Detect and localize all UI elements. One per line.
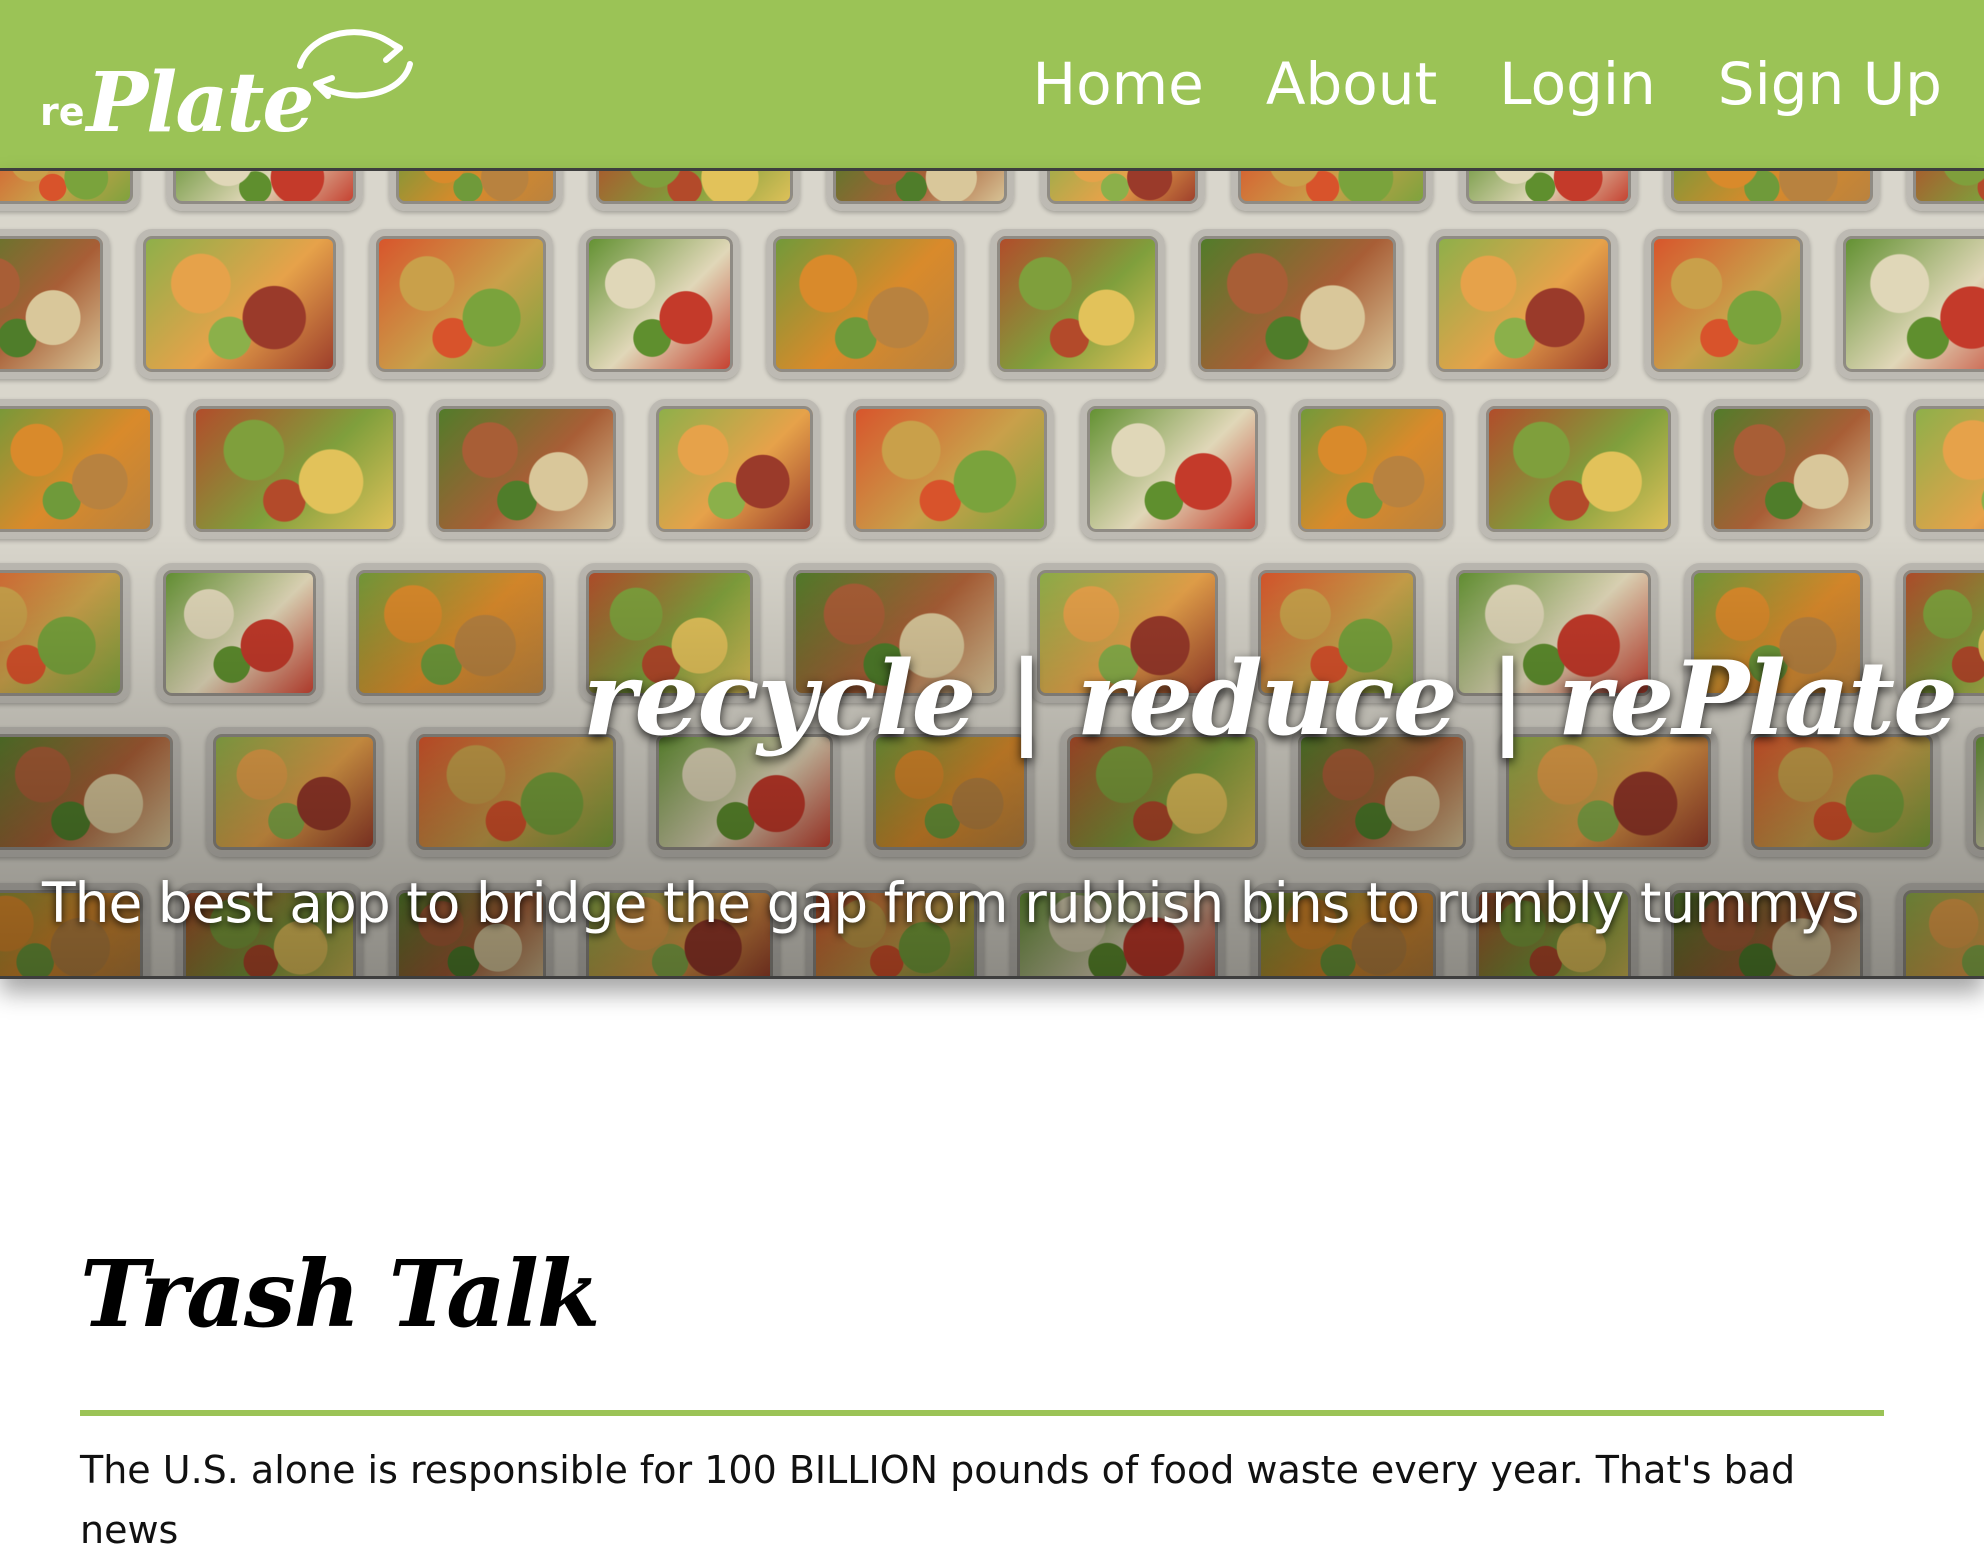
top-navbar: re Plate Home About Login Sign Up bbox=[0, 0, 1984, 168]
logo-main: Plate bbox=[86, 55, 315, 151]
nav-home-link[interactable]: Home bbox=[1033, 50, 1204, 118]
section-body-text: The U.S. alone is responsible for 100 BI… bbox=[80, 1448, 1796, 1552]
replate-logo[interactable]: re Plate bbox=[40, 24, 413, 151]
nav-login-link[interactable]: Login bbox=[1499, 50, 1655, 118]
hero-subtitle: The best app to bridge the gap from rubb… bbox=[42, 871, 1860, 935]
section-divider bbox=[80, 1410, 1884, 1416]
nav-about-link[interactable]: About bbox=[1266, 50, 1437, 118]
hero-banner: recycle | reduce | rePlate The best app … bbox=[0, 168, 1984, 979]
nav-signup-link[interactable]: Sign Up bbox=[1718, 50, 1942, 118]
hero-tagline: recycle | reduce | rePlate bbox=[582, 639, 1958, 759]
main-nav: Home About Login Sign Up bbox=[1033, 50, 1942, 118]
hero-overlay bbox=[0, 171, 1984, 976]
logo-prefix: re bbox=[40, 90, 85, 134]
recycle-arrows-icon bbox=[297, 29, 413, 99]
section-title: Trash Talk bbox=[80, 1240, 601, 1348]
